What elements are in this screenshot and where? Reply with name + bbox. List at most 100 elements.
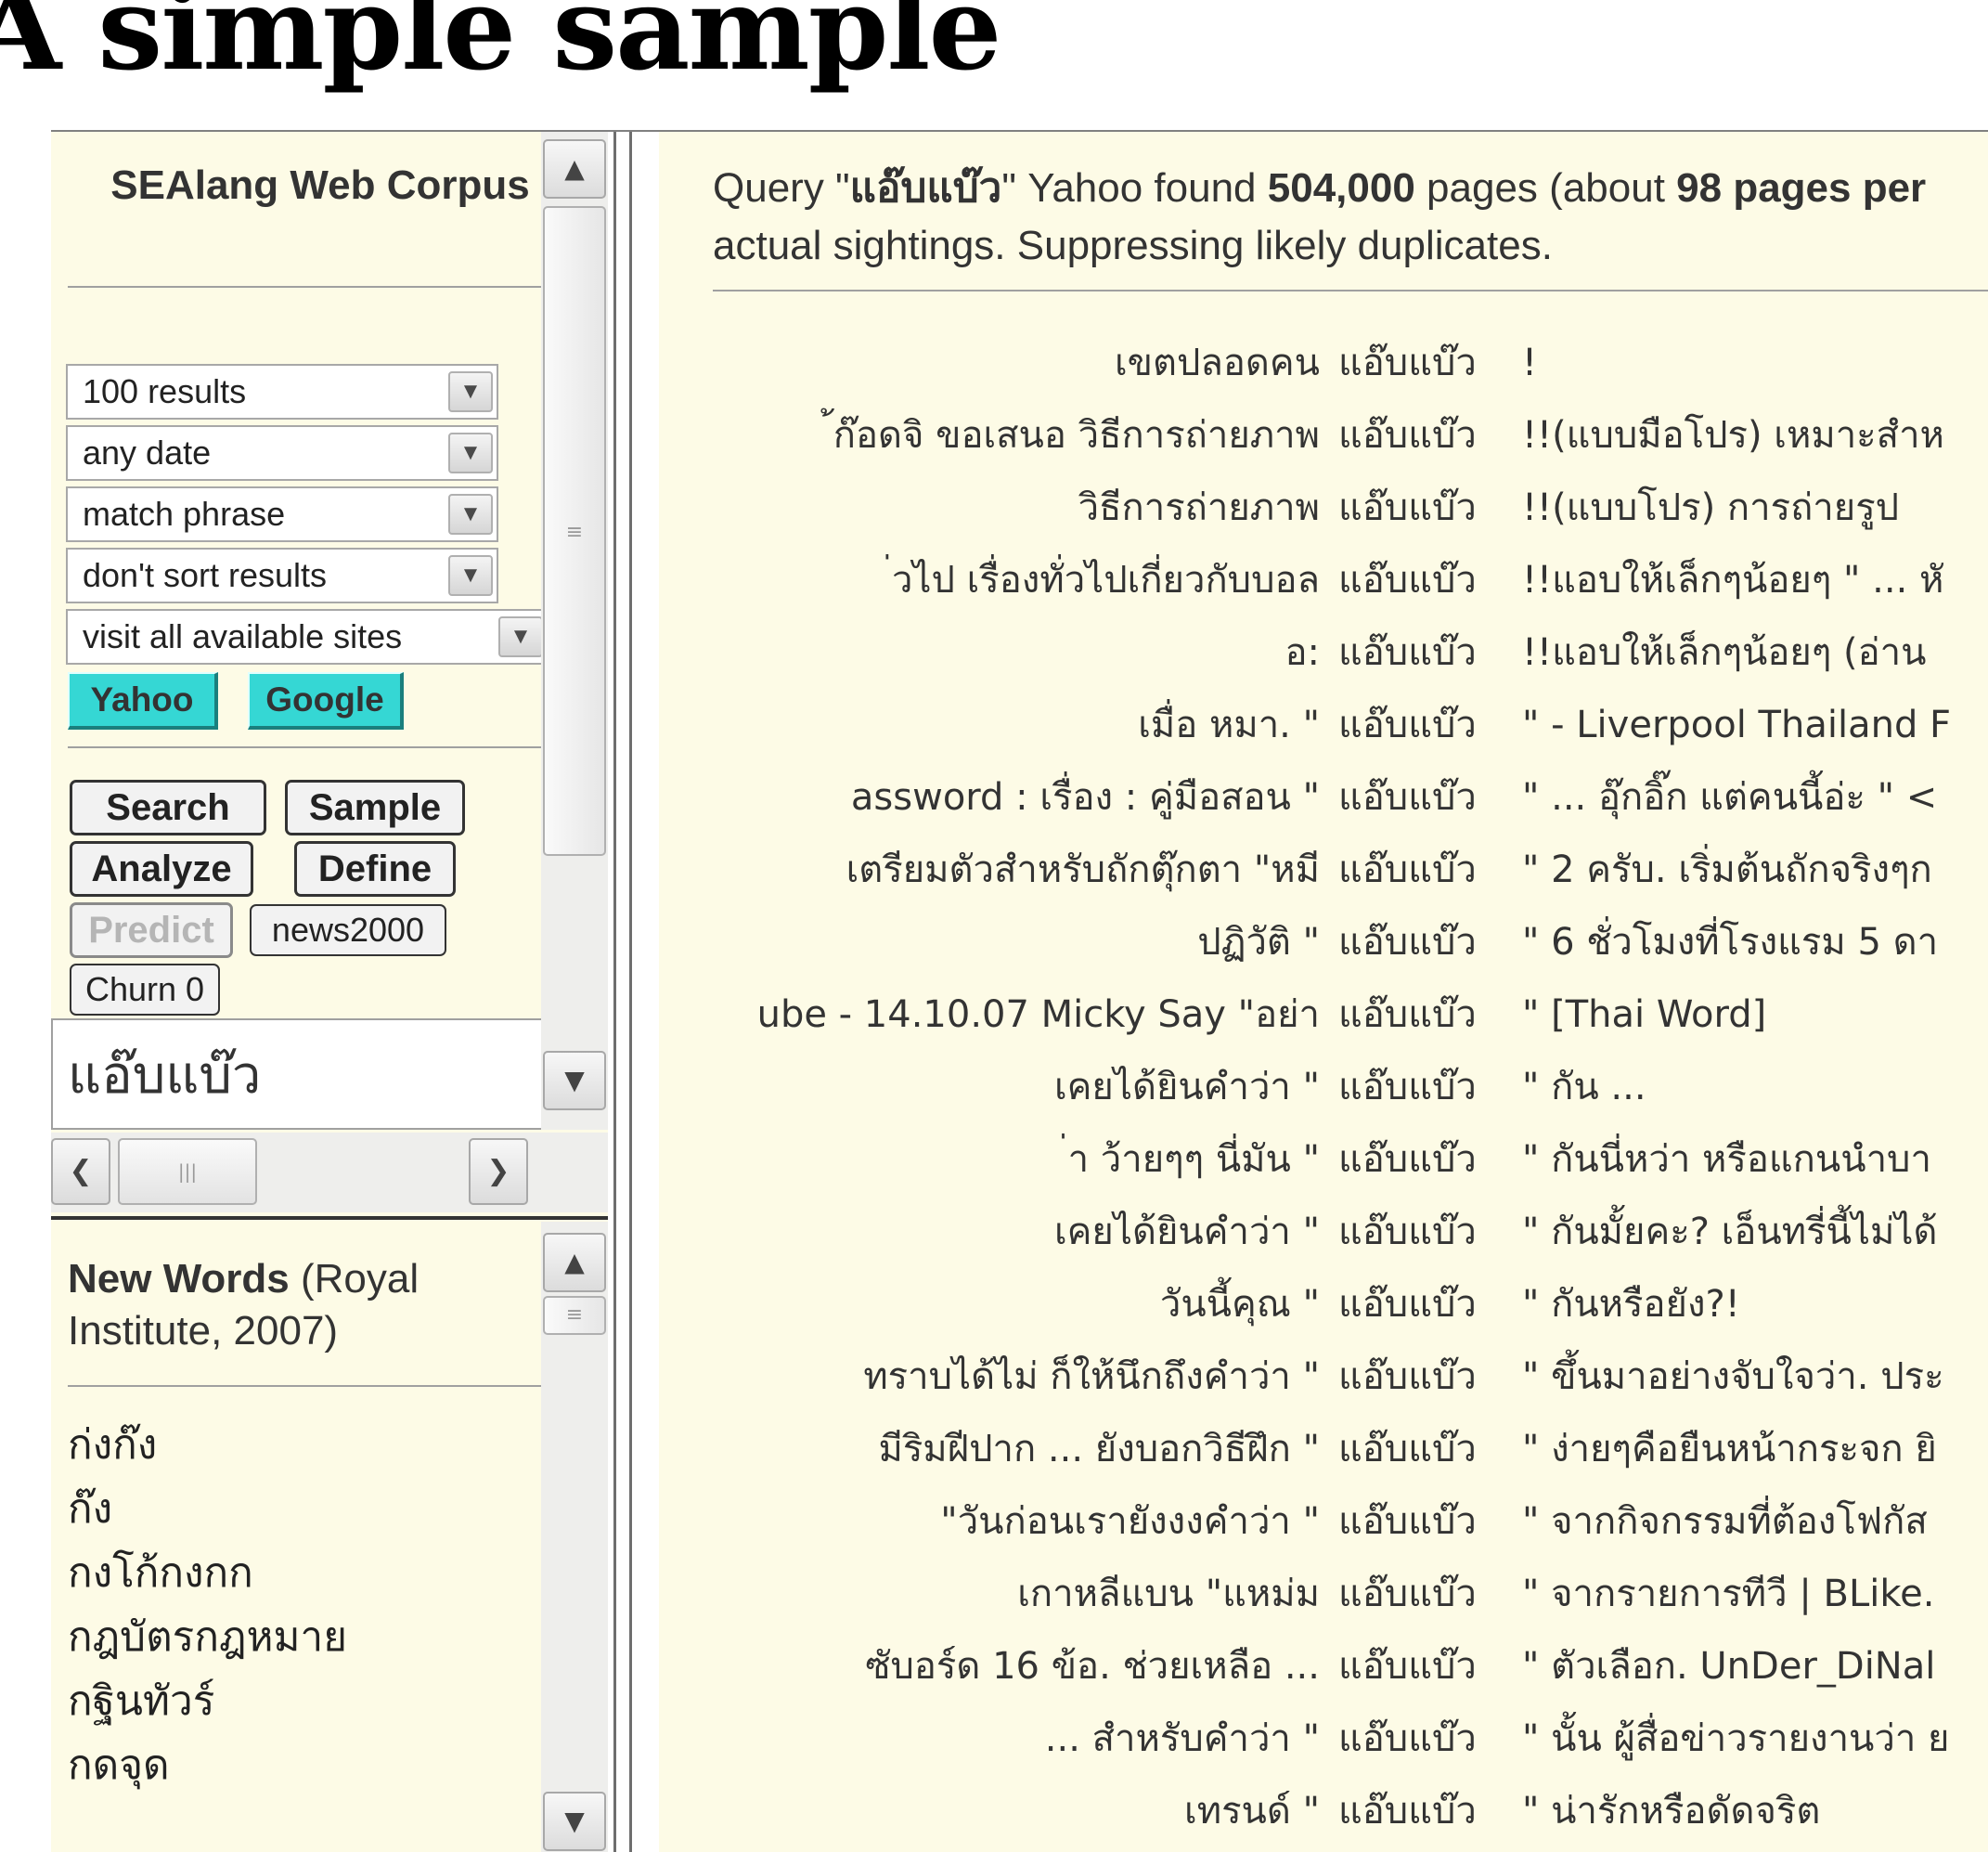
vertical-scrollbar[interactable]: ▲ ≡ ▼ (541, 132, 608, 1130)
kwic-keyword: แอ๊บแบ๊ว (1338, 776, 1477, 819)
analyze-button[interactable]: Analyze (70, 841, 253, 897)
kwic-left-context: ทราบได้ไม่ ก็ให้นึกถึงคำว่า " (863, 1355, 1320, 1398)
kwic-row[interactable]: ่า ว้ายๆๆ นี่มัน " แอ๊บแบ๊ว " กันนี่หว่า ห… (659, 1123, 1988, 1196)
search-button[interactable]: Search (70, 780, 266, 835)
list-item[interactable]: กฐินทัวร์ (68, 1669, 347, 1733)
chevron-left-icon[interactable]: ❮ (51, 1138, 110, 1205)
define-button[interactable]: Define (294, 841, 456, 897)
kwic-left-context: เตรียมตัวสำหรับถักตุ๊กตา "หมี (846, 848, 1320, 891)
kwic-keyword: แอ๊บแบ๊ว (1338, 559, 1477, 602)
kwic-row[interactable]: เทรนด์ " แอ๊บแบ๊ว " น่ารักหรือดัดจริต (659, 1775, 1988, 1847)
kwic-right-context: " จากรายการทีวี | BLike. (1522, 1573, 1935, 1615)
kwic-row[interactable]: เตรียมตัวสำหรับถักตุ๊กตา "หมี แอ๊บแบ๊ว " 2… (659, 834, 1988, 906)
sample-button[interactable]: Sample (285, 780, 465, 835)
kwic-row[interactable]: เคยได้ยินคำว่า " แอ๊บแบ๊ว " กันมั้ยคะ? เอ็… (659, 1196, 1988, 1268)
kwic-keyword: แอ๊บแบ๊ว (1338, 1066, 1477, 1108)
kwic-row[interactable]: เขตปลอดคน แอ๊บแบ๊ว! (659, 327, 1988, 399)
kwic-keyword: แอ๊บแบ๊ว (1338, 1428, 1477, 1470)
kwic-keyword: แอ๊บแบ๊ว (1338, 1138, 1477, 1181)
kwic-right-context: " - Liverpool Thailand F (1522, 704, 1952, 746)
news2000-button[interactable]: news2000 (250, 904, 446, 956)
kwic-row[interactable]: เมื่อ หมา. " แอ๊บแบ๊ว " - Liverpool Thaila… (659, 689, 1988, 761)
kwic-row[interactable]: วิธีการถ่ายภาพ แอ๊บแบ๊ว !!(แบบโปร) การถ่าย… (659, 472, 1988, 544)
kwic-row[interactable]: ซับอร์ด 16 ข้อ. ช่วยเหลือ ... แอ๊บแบ๊ว " ต… (659, 1630, 1988, 1703)
kwic-right-context: ! (1522, 342, 1538, 384)
panel-divider (51, 1216, 608, 1220)
scroll-thumb[interactable]: ≡ (543, 206, 606, 856)
kwic-right-context: " ตัวเลือก. UnDer_DiNal (1522, 1645, 1936, 1688)
query-input[interactable] (51, 1018, 608, 1130)
list-item[interactable]: ก่งก๊ง (68, 1413, 347, 1477)
yahoo-button[interactable]: Yahoo (68, 672, 218, 730)
kwic-row[interactable]: ... สำหรับคำว่า " แอ๊บแบ๊ว " นั้น ผู้สื่อข… (659, 1703, 1988, 1775)
vertical-scrollbar[interactable]: ▲ ≡ ▼ (541, 1222, 608, 1852)
sort-select[interactable]: don't sort results ▼ (66, 548, 498, 603)
corpus-title: SEAlang Web Corpus (110, 162, 530, 208)
kwic-row[interactable]: ้ก๊อดจิ ขอเสนอ วิธีการถ่ายภาพ แอ๊บแบ๊ว !!(… (659, 399, 1988, 472)
kwic-left-context: ้ก๊อดจิ ขอเสนอ วิธีการถ่ายภาพ (833, 414, 1320, 457)
chevron-down-icon[interactable]: ▼ (448, 433, 493, 473)
chevron-down-icon[interactable]: ▼ (448, 494, 493, 535)
chevron-down-icon[interactable]: ▼ (448, 555, 493, 596)
chevron-down-icon[interactable]: ▼ (498, 616, 543, 657)
kwic-left-context: ปฏิวัติ " (1197, 921, 1320, 964)
kwic-right-context: " กันหรือยัง?! (1522, 1283, 1740, 1326)
chevron-up-icon[interactable]: ▲ (543, 1233, 606, 1292)
kwic-row[interactable]: มีริมฝีปาก ... ยังบอกวิธีฝึก " แอ๊บแบ๊ว " … (659, 1413, 1988, 1485)
new-words-title-bold: New Words (68, 1256, 290, 1302)
kwic-row[interactable]: อ: แอ๊บแบ๊ว !!แอบให้เล็กๆน้อยๆ (อ่าน (659, 616, 1988, 689)
kwic-row[interactable]: ube - 14.10.07 Micky Say "อย่า แอ๊บแบ๊ว " … (659, 978, 1988, 1051)
kwic-row[interactable]: วันนี้คุณ " แอ๊บแบ๊ว " กันหรือยัง?! (659, 1268, 1988, 1340)
list-item[interactable]: ก๊ง (68, 1477, 347, 1541)
kwic-keyword: แอ๊บแบ๊ว (1338, 631, 1477, 674)
horizontal-scrollbar[interactable]: ❮ ||| ❯ (51, 1133, 608, 1212)
kwic-left-context: เกาหลีแบน "แหม่ม (1017, 1573, 1320, 1615)
match-select[interactable]: match phrase ▼ (66, 486, 498, 542)
kwic-keyword: แอ๊บแบ๊ว (1338, 1355, 1477, 1398)
kwic-left-context: วิธีการถ่ายภาพ (1078, 486, 1320, 529)
kwic-row[interactable]: ่วไป เรื่องทั่วไปเกี่ยวกับบอล แอ๊บแบ๊ว !!แ… (659, 544, 1988, 616)
sites-select[interactable]: visit all available sites ▼ (66, 609, 549, 665)
list-item[interactable]: กดจุด (68, 1733, 347, 1797)
pane-splitter[interactable] (608, 132, 659, 1852)
kwic-left-context: "วันก่อนเรายังงงคำว่า " (940, 1500, 1320, 1543)
kwic-right-context: " นั้น ผู้สื่อข่าวรายงานว่า ย (1522, 1717, 1950, 1760)
scroll-thumb[interactable]: ≡ (543, 1296, 606, 1335)
kwic-row[interactable]: เคยได้ยินคำว่า " แอ๊บแบ๊ว " กัน ... (659, 1051, 1988, 1123)
list-item[interactable]: กฎบัตรกฎหมาย (68, 1605, 347, 1669)
chevron-down-icon[interactable]: ▼ (543, 1051, 606, 1110)
kwic-right-context: !!(แบบมือโปร) เหมาะสำห (1522, 414, 1944, 457)
kwic-keyword: แอ๊บแบ๊ว (1338, 704, 1477, 746)
chevron-down-icon[interactable]: ▼ (543, 1792, 606, 1851)
results-pane: Query "แอ๊บแบ๊ว" Yahoo found 504,000 pag… (659, 132, 1988, 1852)
list-item[interactable]: กงโก้กงกก (68, 1541, 347, 1605)
results-summary: Query "แอ๊บแบ๊ว" Yahoo found 504,000 pag… (713, 160, 1988, 275)
kwic-row[interactable]: "วันก่อนเรายังงงคำว่า " แอ๊บแบ๊ว " จากกิจก… (659, 1485, 1988, 1558)
kwic-left-context: เทรนด์ " (1184, 1790, 1320, 1833)
kwic-keyword: แอ๊บแบ๊ว (1338, 342, 1477, 384)
kwic-left-context: มีริมฝีปาก ... ยังบอกวิธีฝึก " (878, 1428, 1320, 1470)
kwic-row[interactable]: เกาหลีแบน "แหม่ม แอ๊บแบ๊ว " จากรายการทีวี … (659, 1558, 1988, 1630)
summary-query: แอ๊บแบ๊ว (849, 165, 1002, 211)
date-select[interactable]: any date ▼ (66, 425, 498, 481)
google-button[interactable]: Google (248, 672, 404, 730)
scroll-thumb[interactable]: ||| (118, 1138, 257, 1205)
kwic-row[interactable]: ปฏิวัติ " แอ๊บแบ๊ว " 6 ชั่วโมงที่โรงแรม 5 … (659, 906, 1988, 978)
kwic-right-context: " จากกิจกรรมที่ต้องโฟกัส (1522, 1500, 1928, 1543)
chevron-down-icon[interactable]: ▼ (448, 371, 493, 412)
churn-button[interactable]: Churn 0 (70, 964, 220, 1016)
results-count-select[interactable]: 100 results ▼ (66, 364, 498, 420)
chevron-up-icon[interactable]: ▲ (543, 139, 606, 199)
corpus-app-window: SEAlang Web Corpus 100 results ▼ any dat… (51, 130, 1988, 1852)
chevron-right-icon[interactable]: ❯ (469, 1138, 528, 1205)
select-value: match phrase (83, 495, 286, 533)
kwic-row[interactable]: ทราบได้ไม่ ก็ให้นึกถึงคำว่า " แอ๊บแบ๊ว " ข… (659, 1340, 1988, 1413)
predict-button[interactable]: Predict (70, 902, 233, 958)
kwic-right-context: " กันนี่หว่า หรือแกนนำบา (1522, 1138, 1931, 1181)
kwic-row[interactable]: assword : เรื่อง : คู่มือสอน " แอ๊บแบ๊ว " … (659, 761, 1988, 834)
divider (68, 1385, 560, 1387)
new-words-list: ก่งก๊ง ก๊ง กงโก้กงกก กฎบัตรกฎหมาย กฐินทั… (68, 1413, 347, 1797)
summary-mid1: " Yahoo found (1001, 165, 1268, 211)
select-value: 100 results (83, 372, 247, 410)
kwic-keyword: แอ๊บแบ๊ว (1338, 1645, 1477, 1688)
